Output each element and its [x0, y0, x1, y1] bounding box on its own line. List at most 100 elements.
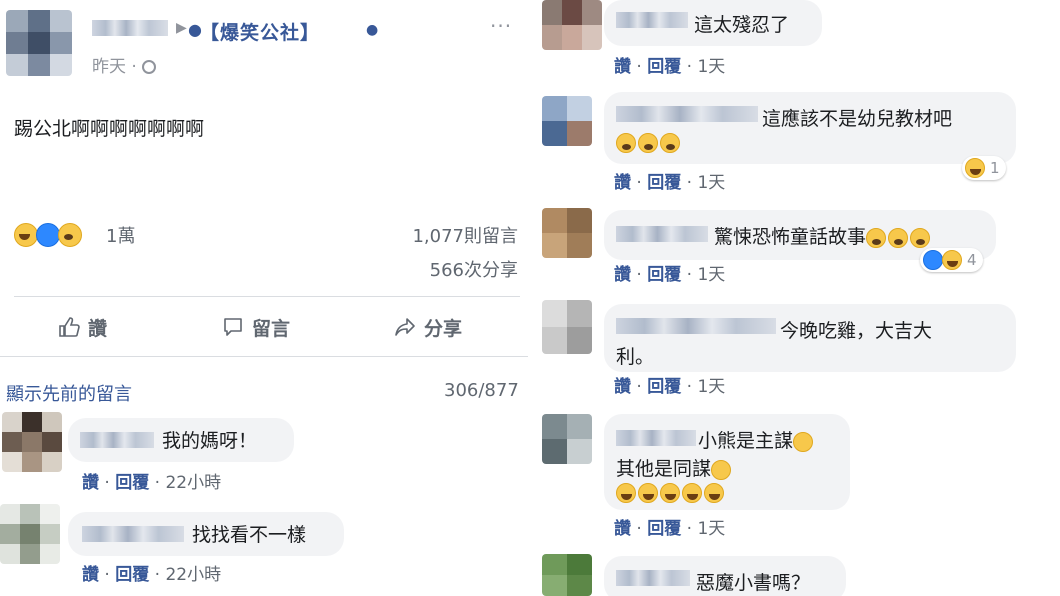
- like-button-label: 讚: [88, 317, 108, 340]
- commenter-name[interactable]: [616, 106, 758, 122]
- comment-meta: 讚 · 回覆 · 22小時: [82, 565, 222, 585]
- rofl-emoji-icon: [616, 482, 636, 503]
- comment-time[interactable]: 22小時: [165, 473, 221, 493]
- comment-text: 找找看不一樣: [192, 524, 307, 546]
- post-author-avatar[interactable]: [6, 10, 72, 76]
- comment-text-line2: 利。: [616, 346, 655, 368]
- fear-emoji-icon: [638, 132, 658, 153]
- comment-text-line2: 其他是同謀: [616, 454, 733, 481]
- comment-text: 驚悚恐怖童話故事: [714, 222, 932, 249]
- commenter-name[interactable]: [82, 526, 184, 542]
- comment-button[interactable]: 留言: [222, 312, 290, 342]
- share-button[interactable]: 分享: [394, 312, 462, 342]
- more-options-icon[interactable]: ···: [490, 14, 512, 38]
- comment-text: 這應該不是幼兒教材吧: [762, 108, 953, 130]
- rofl-emoji-icon: [704, 482, 724, 503]
- comment-meta: 讚 · 回覆 · 1天: [614, 57, 726, 77]
- comment-like-link[interactable]: 讚: [614, 377, 631, 397]
- comment-icon: [224, 318, 242, 336]
- comment-text-content: 其他是同謀: [616, 458, 712, 480]
- thinking-emoji-icon: [793, 431, 814, 452]
- commenter-avatar[interactable]: [542, 0, 602, 50]
- commenter-name[interactable]: [616, 12, 688, 28]
- like-reaction-icon: [923, 250, 943, 270]
- comment-button-label: 留言: [252, 317, 291, 340]
- comment-like-link[interactable]: 讚: [614, 265, 631, 285]
- fear-emoji-icon: [616, 132, 636, 153]
- haha-reaction-icon: [965, 158, 985, 178]
- commenter-name[interactable]: [616, 318, 776, 334]
- reaction-count[interactable]: 1萬: [106, 222, 135, 248]
- commenter-avatar[interactable]: [0, 504, 60, 564]
- commenter-avatar[interactable]: [542, 300, 592, 354]
- haha-reaction-icon: [14, 223, 38, 247]
- comment-time[interactable]: 1天: [697, 265, 725, 285]
- comment-like-link[interactable]: 讚: [614, 173, 631, 193]
- wow-reaction-icon: [58, 223, 82, 247]
- comments-pager: 306/877: [444, 380, 519, 401]
- share-button-label: 分享: [424, 317, 463, 340]
- comment-reply-link[interactable]: 回覆: [647, 57, 681, 77]
- comment-reply-link[interactable]: 回覆: [647, 377, 681, 397]
- reaction-count: 4: [967, 251, 977, 269]
- arrow-right-icon: ▶: [176, 20, 187, 36]
- comment-reply-link[interactable]: 回覆: [115, 473, 149, 493]
- dot-icon: ●: [366, 22, 379, 38]
- comment-time[interactable]: 22小時: [165, 565, 221, 585]
- sly-emoji-icon: [711, 459, 732, 480]
- fear-emoji-icon: [660, 132, 680, 153]
- comment-like-link[interactable]: 讚: [614, 519, 631, 539]
- reactions-summary[interactable]: [14, 222, 84, 248]
- comment-time[interactable]: 1天: [697, 57, 725, 77]
- commenter-avatar[interactable]: [542, 208, 592, 258]
- emoji-row: [616, 132, 682, 153]
- shares-count[interactable]: 566次分享: [430, 256, 518, 282]
- group-name-link[interactable]: 【爆笑公社】: [200, 18, 320, 45]
- globe-icon: [142, 60, 157, 74]
- comment-reactions-badge[interactable]: 4: [920, 248, 983, 272]
- commenter-avatar[interactable]: [2, 412, 62, 472]
- like-reaction-icon: [36, 223, 60, 247]
- comment-like-link[interactable]: 讚: [82, 565, 99, 585]
- comment-text-line1: 今晚吃雞，大吉大: [780, 320, 933, 342]
- comment-meta: 讚 · 回覆 · 1天: [614, 265, 726, 285]
- commenter-name[interactable]: [80, 432, 154, 448]
- comment-meta: 讚 · 回覆 · 1天: [614, 377, 726, 397]
- comment-time[interactable]: 1天: [697, 173, 725, 193]
- comment-time[interactable]: 1天: [697, 377, 725, 397]
- rofl-emoji-icon: [660, 482, 680, 503]
- commenter-avatar[interactable]: [542, 414, 592, 464]
- fear-emoji-icon: [888, 227, 909, 248]
- comment-text: 惡魔小書嗎？: [696, 572, 811, 594]
- post-timestamp[interactable]: 昨天 ·: [92, 52, 157, 77]
- thumbs-up-icon: [59, 317, 80, 337]
- commenter-name[interactable]: [616, 570, 690, 586]
- comment-text-content: 驚悚恐怖童話故事: [714, 226, 867, 248]
- comment-like-link[interactable]: 讚: [614, 57, 631, 77]
- rofl-emoji-icon: [638, 482, 658, 503]
- comment-text: 我的媽呀！: [162, 430, 258, 452]
- comments-count[interactable]: 1,077則留言: [412, 222, 518, 248]
- commenter-name[interactable]: [616, 226, 708, 242]
- fear-emoji-icon: [910, 227, 931, 248]
- comment-reactions-badge[interactable]: 1: [962, 156, 1006, 180]
- post-author-name[interactable]: [92, 20, 168, 36]
- comment-time[interactable]: 1天: [697, 519, 725, 539]
- haha-reaction-icon: [942, 250, 962, 270]
- fear-emoji-icon: [866, 227, 887, 248]
- emoji-row: [616, 482, 726, 503]
- comment-reply-link[interactable]: 回覆: [115, 565, 149, 585]
- comment-reply-link[interactable]: 回覆: [647, 265, 681, 285]
- commenter-avatar[interactable]: [542, 96, 592, 146]
- show-previous-comments-link[interactable]: 顯示先前的留言: [6, 380, 132, 406]
- comment-text-line1: 小熊是主謀: [698, 426, 815, 453]
- comment-reply-link[interactable]: 回覆: [647, 519, 681, 539]
- post-time[interactable]: 昨天 ·: [92, 57, 142, 77]
- comment-reply-link[interactable]: 回覆: [647, 173, 681, 193]
- divider: [14, 296, 520, 297]
- commenter-name[interactable]: [616, 430, 696, 446]
- divider: [0, 356, 528, 357]
- commenter-avatar[interactable]: [542, 554, 592, 596]
- like-button[interactable]: 讚: [58, 312, 107, 342]
- comment-like-link[interactable]: 讚: [82, 473, 99, 493]
